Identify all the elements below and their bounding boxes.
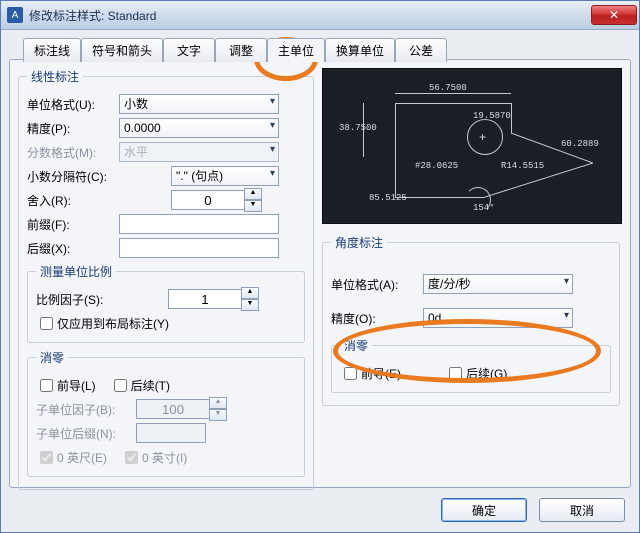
tab-dimline[interactable]: 标注线: [23, 38, 81, 62]
scale-spin[interactable]: ▲▼: [168, 287, 259, 311]
tab-panel: 线性标注 单位格式(U): 小数 精度(P): 0.0000 分数格式(M): …: [9, 59, 631, 488]
trail-zero-check[interactable]: 后续(T): [110, 376, 170, 395]
group-angular: 角度标注 单位格式(A): 度/分/秒 精度(O): 0d 消零 前导(E) 后…: [322, 234, 620, 406]
decimal-sep-label: 小数分隔符(C):: [27, 168, 119, 185]
group-scale-legend: 测量单位比例: [36, 263, 116, 280]
round-spin[interactable]: ▲▼: [171, 188, 262, 212]
decimal-sep-combo[interactable]: "." (句点): [171, 166, 279, 186]
ang-precision-label: 精度(O):: [331, 310, 423, 327]
layout-only-check[interactable]: 仅应用到布局标注(Y): [36, 314, 169, 333]
prefix-label: 前缀(F):: [27, 216, 119, 233]
sub-suffix-label: 子单位后缀(N):: [36, 425, 136, 442]
precision-combo[interactable]: 0.0000: [119, 118, 279, 138]
window-title: 修改标注样式: Standard: [29, 7, 591, 24]
fraction-format-combo: 水平: [119, 142, 279, 162]
tab-arrows[interactable]: 符号和箭头: [81, 38, 163, 62]
suffix-label: 后缀(X):: [27, 240, 119, 257]
scale-up[interactable]: ▲: [241, 287, 259, 299]
scale-factor-label: 比例因子(S):: [36, 291, 128, 308]
group-zero-linear: 消零 前导(L) 后续(T) 子单位因子(B): ▲▼ 子单位后缀(N): 0 …: [27, 349, 305, 477]
tab-adjust[interactable]: 调整: [215, 38, 267, 62]
round-input[interactable]: [171, 190, 245, 210]
titlebar: A 修改标注样式: Standard ✕: [1, 1, 639, 30]
sub-suffix-input: [136, 423, 206, 443]
group-zero-angular: 消零 前导(E) 后续(G): [331, 337, 611, 393]
preview: 56.7500 38.7500: [322, 68, 622, 224]
ang-precision-combo[interactable]: 0d: [423, 308, 573, 328]
sub-factor-input: [136, 399, 210, 419]
ang-lead-check[interactable]: 前导(E): [340, 364, 401, 383]
round-up[interactable]: ▲: [244, 188, 262, 200]
lead-zero-check[interactable]: 前导(L): [36, 376, 96, 395]
cancel-button[interactable]: 取消: [539, 498, 625, 522]
app-icon: A: [7, 7, 23, 23]
round-down[interactable]: ▼: [244, 200, 262, 212]
ok-button[interactable]: 确定: [441, 498, 527, 522]
group-linear: 线性标注 单位格式(U): 小数 精度(P): 0.0000 分数格式(M): …: [18, 68, 314, 490]
tab-tolerance[interactable]: 公差: [395, 38, 447, 62]
prefix-input[interactable]: [119, 214, 279, 234]
close-icon: ✕: [609, 8, 619, 22]
ang-trail-check[interactable]: 后续(G): [445, 364, 507, 383]
client-area: 标注线 符号和箭头 文字 调整 主单位 换算单位 公差 线性标注 单位格式(U)…: [9, 37, 631, 488]
sub-factor-spin: ▲▼: [136, 397, 227, 421]
close-button[interactable]: ✕: [591, 5, 637, 25]
scale-input[interactable]: [168, 289, 242, 309]
feet-check: 0 英尺(E): [36, 448, 107, 467]
dialog-buttons: 确定 取消: [441, 498, 625, 522]
group-zero-angular-legend: 消零: [340, 337, 372, 354]
tab-alt-units[interactable]: 换算单位: [325, 38, 395, 62]
tab-bar: 标注线 符号和箭头 文字 调整 主单位 换算单位 公差: [23, 37, 631, 61]
precision-label: 精度(P):: [27, 120, 119, 137]
ang-unit-format-label: 单位格式(A):: [331, 276, 423, 293]
window: A 修改标注样式: Standard ✕ 标注线 符号和箭头 文字 调整 主单位…: [0, 0, 640, 533]
fraction-format-label: 分数格式(M):: [27, 144, 119, 161]
tab-text[interactable]: 文字: [163, 38, 215, 62]
scale-down[interactable]: ▼: [241, 299, 259, 311]
sub-factor-label: 子单位因子(B):: [36, 401, 136, 418]
inch-check: 0 英寸(I): [121, 448, 187, 467]
round-label: 舍入(R):: [27, 192, 119, 209]
group-angular-legend: 角度标注: [331, 234, 387, 251]
group-scale: 测量单位比例 比例因子(S): ▲▼ 仅应用到布局标注(Y): [27, 263, 305, 343]
unit-format-combo[interactable]: 小数: [119, 94, 279, 114]
group-zero-linear-legend: 消零: [36, 349, 68, 366]
suffix-input[interactable]: [119, 238, 279, 258]
unit-format-label: 单位格式(U):: [27, 96, 119, 113]
group-linear-legend: 线性标注: [27, 68, 83, 85]
ang-unit-format-combo[interactable]: 度/分/秒: [423, 274, 573, 294]
tab-primary-units[interactable]: 主单位: [267, 38, 325, 62]
